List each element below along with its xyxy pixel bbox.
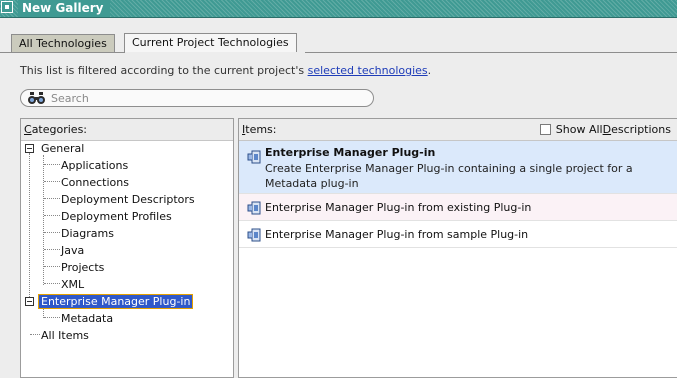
filter-notice: This list is filtered according to the c… bbox=[20, 63, 431, 79]
item-em-plugin-from-sample[interactable]: Enterprise Manager Plug-in from sample P… bbox=[239, 221, 677, 248]
binoculars-icon bbox=[28, 92, 45, 104]
search-input[interactable] bbox=[51, 91, 361, 105]
filter-notice-suffix: . bbox=[427, 64, 432, 77]
category-general[interactable]: General bbox=[39, 140, 86, 157]
tab-current-project-technologies[interactable]: Current Project Technologies bbox=[124, 33, 297, 53]
categories-header-label: ategories: bbox=[31, 123, 88, 136]
category-deployment-descriptors[interactable]: Deployment Descriptors bbox=[59, 191, 197, 208]
plugin-icon bbox=[247, 201, 261, 215]
selected-technologies-link[interactable]: selected technologies bbox=[308, 64, 428, 77]
show-all-prefix: Show All bbox=[555, 123, 603, 136]
category-connections[interactable]: Connections bbox=[59, 174, 131, 191]
category-all-items[interactable]: All Items bbox=[39, 327, 91, 344]
item-title: Enterprise Manager Plug-in from existing… bbox=[265, 201, 532, 214]
show-all-descriptions-checkbox[interactable] bbox=[539, 124, 551, 135]
window-menu-icon[interactable] bbox=[1, 1, 13, 13]
category-metadata[interactable]: Metadata bbox=[59, 310, 115, 327]
items-panel: Items: Show All Descriptions Enterprise … bbox=[238, 118, 677, 378]
categories-header: Categories: bbox=[21, 119, 233, 141]
show-all-mnemonic: D bbox=[602, 123, 612, 136]
item-description: Create Enterprise Manager Plug-in contai… bbox=[265, 162, 633, 190]
categories-header-mnemonic: C bbox=[24, 123, 32, 136]
general-collapse-icon[interactable] bbox=[25, 144, 34, 153]
filter-notice-text: This list is filtered according to the c… bbox=[20, 64, 308, 77]
item-title: Enterprise Manager Plug-in bbox=[265, 146, 436, 159]
window-title: New Gallery bbox=[18, 0, 110, 17]
item-em-plugin-from-existing[interactable]: Enterprise Manager Plug-in from existing… bbox=[239, 194, 677, 221]
show-all-rest: escriptions bbox=[611, 123, 671, 136]
category-java[interactable]: Java bbox=[59, 242, 86, 259]
category-xml[interactable]: XML bbox=[59, 276, 86, 293]
window-titlebar[interactable]: New Gallery bbox=[0, 0, 677, 18]
search-box[interactable] bbox=[20, 89, 374, 107]
show-all-descriptions[interactable]: Show All Descriptions bbox=[539, 119, 671, 140]
category-applications[interactable]: Applications bbox=[59, 157, 130, 174]
plugin-icon bbox=[247, 228, 261, 242]
item-em-plugin[interactable]: Enterprise Manager Plug-in Create Enterp… bbox=[239, 141, 677, 194]
item-title: Enterprise Manager Plug-in from sample P… bbox=[265, 228, 529, 241]
categories-panel: Categories: General Applications Connect… bbox=[20, 118, 234, 378]
category-enterprise-manager-plugin[interactable]: Enterprise Manager Plug-in bbox=[37, 293, 194, 310]
plugin-icon bbox=[247, 150, 261, 164]
em-plugin-collapse-icon[interactable] bbox=[25, 297, 34, 306]
category-deployment-profiles[interactable]: Deployment Profiles bbox=[59, 208, 174, 225]
items-header: Items: Show All Descriptions bbox=[239, 119, 677, 141]
category-diagrams[interactable]: Diagrams bbox=[59, 225, 116, 242]
category-projects[interactable]: Projects bbox=[59, 259, 106, 276]
tab-all-technologies[interactable]: All Technologies bbox=[11, 34, 115, 52]
items-header-label: tems: bbox=[245, 123, 277, 136]
